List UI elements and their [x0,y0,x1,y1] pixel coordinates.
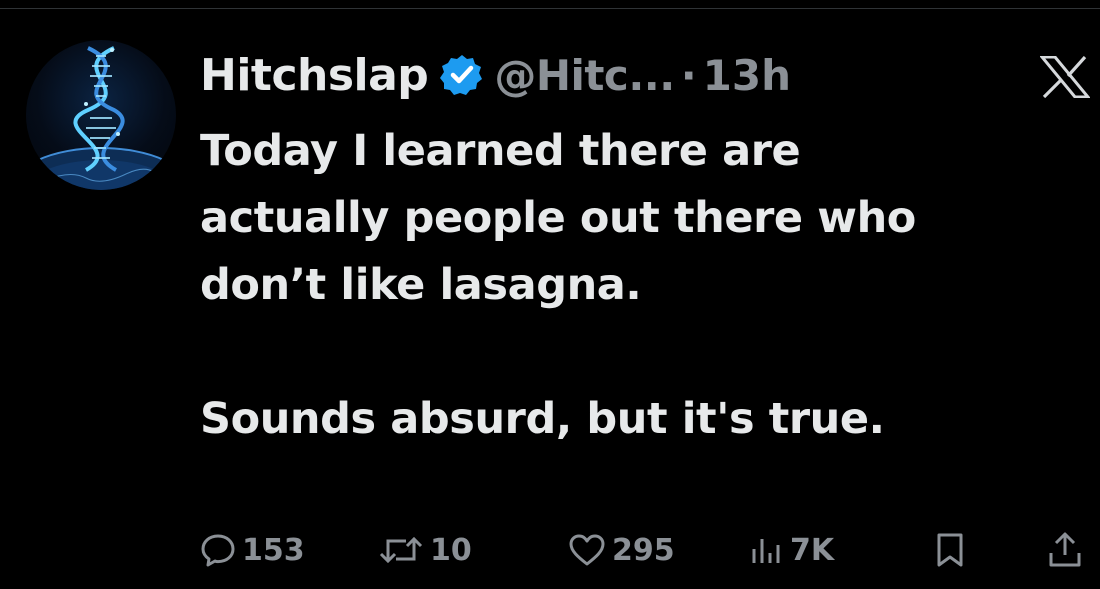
reply-icon [201,534,235,567]
tweet[interactable]: Hitchslap @Hitc... · 13h Today I learned… [0,0,1100,589]
timestamp[interactable]: 13h [703,51,791,100]
user-handle[interactable]: @Hitc... [494,51,675,100]
like-count: 295 [612,532,675,568]
tweet-text-line: actually people out there who [200,193,916,243]
x-logo-icon[interactable] [1038,55,1092,99]
reply-button[interactable]: 153 [200,528,305,572]
like-button[interactable]: 295 [568,528,675,572]
tweet-text: Today I learned there are actually peopl… [200,118,1080,453]
verified-badge-icon[interactable] [440,53,484,97]
tweet-text-line: Sounds absurd, but it's true. [200,394,885,444]
views-button[interactable]: 7K [750,528,834,572]
display-name[interactable]: Hitchslap [200,50,429,101]
dna-helix-icon [26,46,176,190]
bookmark-button[interactable] [933,528,967,572]
tweet-header: Hitchslap @Hitc... · 13h [200,42,791,108]
heart-icon [569,534,605,566]
repost-button[interactable]: 10 [378,528,472,572]
reply-count: 153 [242,532,305,568]
repost-icon [379,536,423,564]
views-chart-icon [752,539,780,563]
tweet-text-line: don’t like lasagna. [200,260,642,310]
separator-dot: · [680,50,697,100]
tweet-text-line: Today I learned there are [200,126,801,176]
repost-count: 10 [430,532,472,568]
bookmark-icon [937,533,963,567]
tweet-actions-bar: 153 10 295 7K [200,528,1090,572]
view-count: 7K [790,532,835,568]
share-button[interactable] [1048,528,1082,572]
avatar[interactable] [26,40,176,190]
share-icon [1049,532,1081,567]
